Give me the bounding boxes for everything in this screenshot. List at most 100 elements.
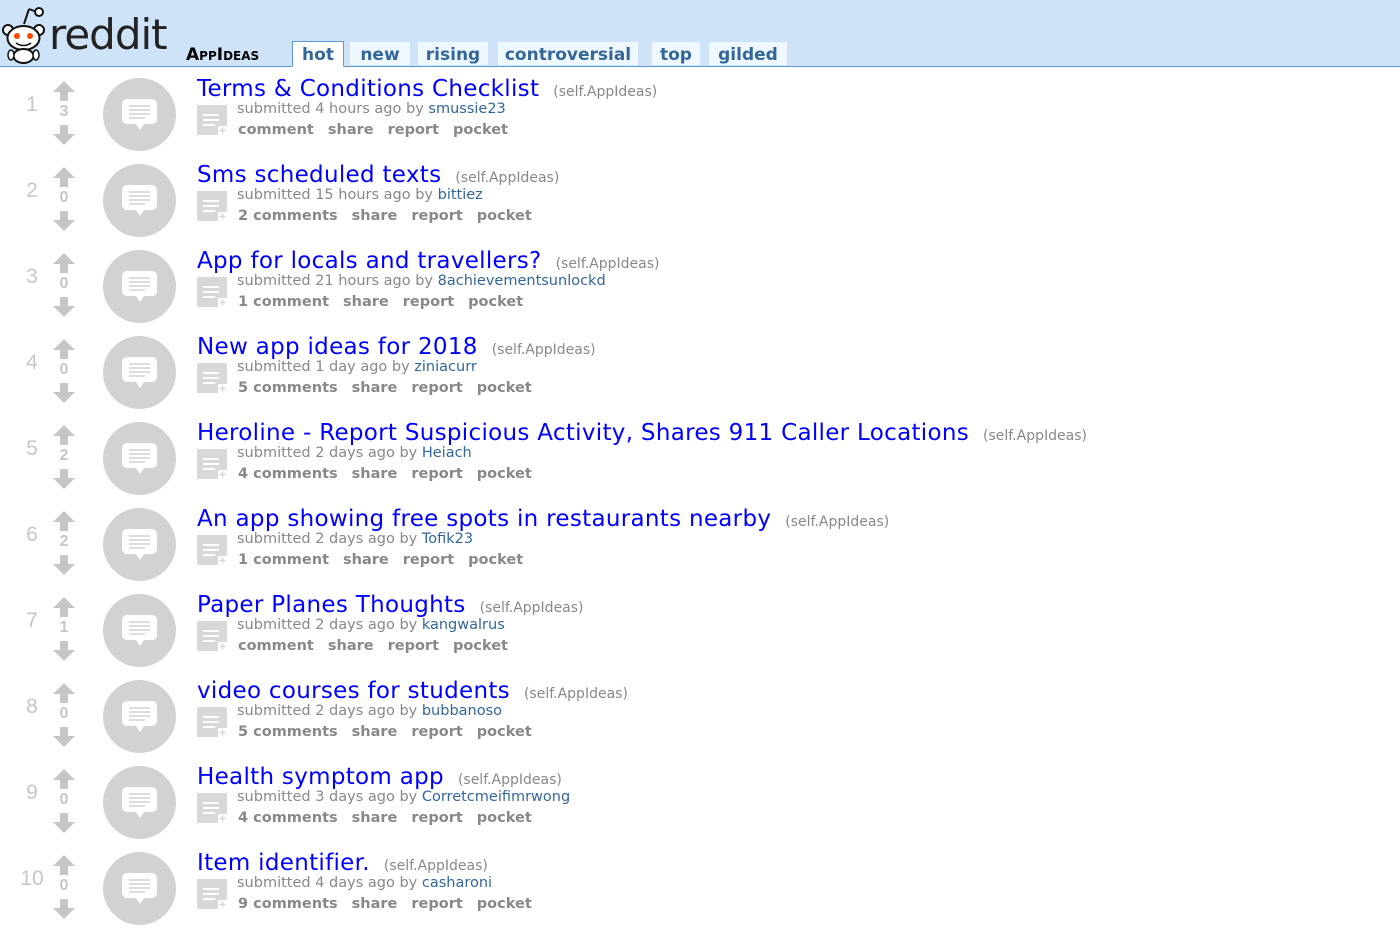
downvote-arrow-icon[interactable] xyxy=(52,210,76,232)
share-button[interactable]: share xyxy=(343,294,389,310)
author-link[interactable]: Heiach xyxy=(422,445,472,461)
comments-link[interactable]: comment xyxy=(238,638,314,654)
upvote-arrow-icon[interactable] xyxy=(52,80,76,102)
upvote-arrow-icon[interactable] xyxy=(52,682,76,704)
upvote-arrow-icon[interactable] xyxy=(52,424,76,446)
author-link[interactable]: bittiez xyxy=(438,187,483,203)
post-domain[interactable]: (self.AppIdeas) xyxy=(785,514,889,530)
downvote-arrow-icon[interactable] xyxy=(52,382,76,404)
report-button[interactable]: report xyxy=(411,380,462,396)
author-link[interactable]: casharoni xyxy=(422,875,492,891)
self-post-thumbnail-icon[interactable] xyxy=(103,250,176,323)
upvote-arrow-icon[interactable] xyxy=(52,252,76,274)
expand-text-icon[interactable] xyxy=(197,535,227,565)
author-link[interactable]: Corretcmeifimrwong xyxy=(422,789,570,805)
post-domain[interactable]: (self.AppIdeas) xyxy=(384,858,488,874)
share-button[interactable]: share xyxy=(328,638,374,654)
share-button[interactable]: share xyxy=(343,552,389,568)
report-button[interactable]: report xyxy=(403,294,454,310)
tab-new[interactable]: new xyxy=(350,42,410,65)
report-button[interactable]: report xyxy=(411,810,462,826)
self-post-thumbnail-icon[interactable] xyxy=(103,422,176,495)
self-post-thumbnail-icon[interactable] xyxy=(103,508,176,581)
self-post-thumbnail-icon[interactable] xyxy=(103,336,176,409)
pocket-button[interactable]: pocket xyxy=(453,122,508,138)
downvote-arrow-icon[interactable] xyxy=(52,726,76,748)
report-button[interactable]: report xyxy=(411,896,462,912)
self-post-thumbnail-icon[interactable] xyxy=(103,594,176,667)
post-domain[interactable]: (self.AppIdeas) xyxy=(455,170,559,186)
downvote-arrow-icon[interactable] xyxy=(52,640,76,662)
post-title-link[interactable]: Heroline - Report Suspicious Activity, S… xyxy=(197,420,969,446)
tab-controversial[interactable]: controversial xyxy=(498,42,638,65)
share-button[interactable]: share xyxy=(352,208,398,224)
tab-hot[interactable]: hot xyxy=(292,41,344,67)
downvote-arrow-icon[interactable] xyxy=(52,898,76,920)
author-link[interactable]: kangwalrus xyxy=(422,617,505,633)
post-domain[interactable]: (self.AppIdeas) xyxy=(983,428,1087,444)
upvote-arrow-icon[interactable] xyxy=(52,854,76,876)
expand-text-icon[interactable] xyxy=(197,191,227,221)
pocket-button[interactable]: pocket xyxy=(468,552,523,568)
post-title-link[interactable]: Sms scheduled texts xyxy=(197,162,441,188)
downvote-arrow-icon[interactable] xyxy=(52,554,76,576)
author-link[interactable]: bubbanoso xyxy=(422,703,502,719)
report-button[interactable]: report xyxy=(403,552,454,568)
report-button[interactable]: report xyxy=(388,122,439,138)
post-title-link[interactable]: video courses for students xyxy=(197,678,510,704)
expand-text-icon[interactable] xyxy=(197,793,227,823)
comments-link[interactable]: comment xyxy=(238,122,314,138)
comments-link[interactable]: 1 comment xyxy=(238,294,329,310)
author-link[interactable]: ziniacurr xyxy=(414,359,477,375)
expand-text-icon[interactable] xyxy=(197,363,227,393)
report-button[interactable]: report xyxy=(411,466,462,482)
post-title-link[interactable]: Paper Planes Thoughts xyxy=(197,592,466,618)
share-button[interactable]: share xyxy=(352,380,398,396)
post-domain[interactable]: (self.AppIdeas) xyxy=(480,600,584,616)
upvote-arrow-icon[interactable] xyxy=(52,510,76,532)
share-button[interactable]: share xyxy=(352,896,398,912)
post-domain[interactable]: (self.AppIdeas) xyxy=(492,342,596,358)
comments-link[interactable]: 2 comments xyxy=(238,208,338,224)
self-post-thumbnail-icon[interactable] xyxy=(103,852,176,925)
post-title-link[interactable]: An app showing free spots in restaurants… xyxy=(197,506,771,532)
tab-top[interactable]: top xyxy=(652,42,700,65)
post-title-link[interactable]: Health symptom app xyxy=(197,764,444,790)
downvote-arrow-icon[interactable] xyxy=(52,468,76,490)
pocket-button[interactable]: pocket xyxy=(453,638,508,654)
comments-link[interactable]: 4 comments xyxy=(238,810,338,826)
pocket-button[interactable]: pocket xyxy=(477,466,532,482)
expand-text-icon[interactable] xyxy=(197,707,227,737)
self-post-thumbnail-icon[interactable] xyxy=(103,78,176,151)
share-button[interactable]: share xyxy=(328,122,374,138)
pocket-button[interactable]: pocket xyxy=(477,810,532,826)
upvote-arrow-icon[interactable] xyxy=(52,338,76,360)
author-link[interactable]: Tofik23 xyxy=(422,531,473,547)
self-post-thumbnail-icon[interactable] xyxy=(103,766,176,839)
tab-gilded[interactable]: gilded xyxy=(709,42,787,65)
share-button[interactable]: share xyxy=(352,466,398,482)
self-post-thumbnail-icon[interactable] xyxy=(103,164,176,237)
downvote-arrow-icon[interactable] xyxy=(52,812,76,834)
upvote-arrow-icon[interactable] xyxy=(52,166,76,188)
author-link[interactable]: 8achievementsunlockd xyxy=(438,273,606,289)
pocket-button[interactable]: pocket xyxy=(468,294,523,310)
report-button[interactable]: report xyxy=(411,724,462,740)
pocket-button[interactable]: pocket xyxy=(477,380,532,396)
upvote-arrow-icon[interactable] xyxy=(52,768,76,790)
expand-text-icon[interactable] xyxy=(197,449,227,479)
reddit-logo[interactable]: reddit xyxy=(0,0,170,66)
post-title-link[interactable]: App for locals and travellers? xyxy=(197,248,542,274)
comments-link[interactable]: 5 comments xyxy=(238,724,338,740)
pocket-button[interactable]: pocket xyxy=(477,208,532,224)
downvote-arrow-icon[interactable] xyxy=(52,296,76,318)
share-button[interactable]: share xyxy=(352,810,398,826)
expand-text-icon[interactable] xyxy=(197,277,227,307)
comments-link[interactable]: 5 comments xyxy=(238,380,338,396)
subreddit-name[interactable]: AppIdeas xyxy=(186,44,259,66)
comments-link[interactable]: 1 comment xyxy=(238,552,329,568)
post-domain[interactable]: (self.AppIdeas) xyxy=(553,84,657,100)
pocket-button[interactable]: pocket xyxy=(477,896,532,912)
report-button[interactable]: report xyxy=(411,208,462,224)
expand-text-icon[interactable] xyxy=(197,621,227,651)
